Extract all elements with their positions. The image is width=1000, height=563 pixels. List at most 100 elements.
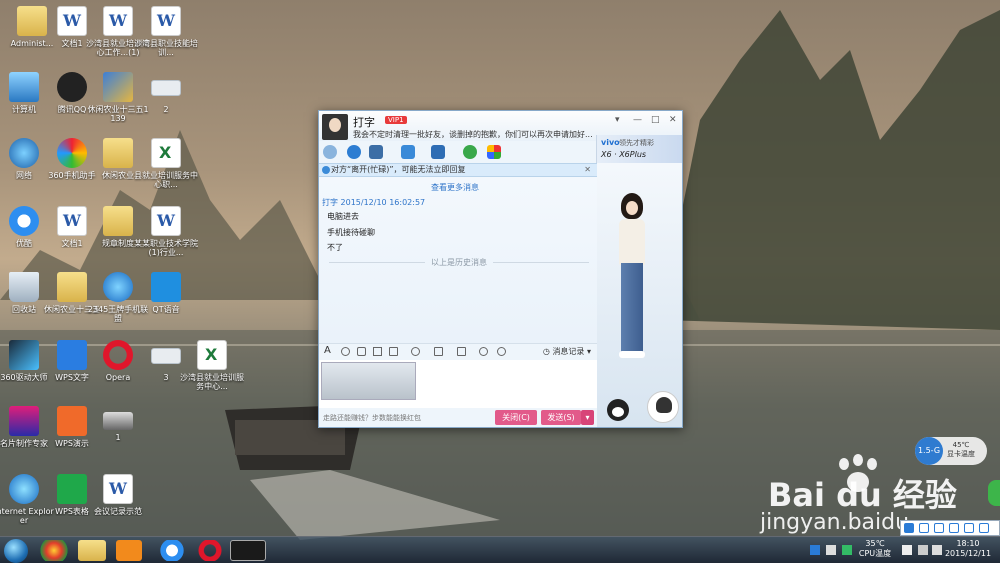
clock[interactable]: 18:10 2015/12/11 xyxy=(944,539,992,559)
close-button[interactable]: 关闭(C) xyxy=(495,410,537,425)
music-icon[interactable] xyxy=(479,347,488,356)
self-avatar[interactable] xyxy=(647,391,679,423)
tray-volume-icon[interactable] xyxy=(932,545,942,555)
taskbar-media-player-icon[interactable] xyxy=(116,540,142,561)
away-notice-bar: 对方“离开(忙碌)”，可能无法立即回复 ✕ xyxy=(319,163,597,177)
send-file-icon[interactable] xyxy=(401,145,415,159)
word-document-icon xyxy=(151,6,181,36)
contact-name[interactable]: 打字 xyxy=(353,114,375,130)
screen-share-icon[interactable] xyxy=(431,145,445,159)
clock-date: 2015/12/11 xyxy=(944,549,992,558)
qq-show-shoes xyxy=(619,351,645,358)
view-more-messages-link[interactable]: 查看更多消息 xyxy=(431,182,479,193)
desktop-icon-1[interactable]: 1 xyxy=(86,406,150,442)
magic-emoji-icon[interactable] xyxy=(357,347,366,356)
input-method-bar[interactable] xyxy=(900,520,1000,536)
qt-voice-icon xyxy=(151,272,181,302)
maximize-button[interactable]: □ xyxy=(651,115,660,125)
taskbar-explorer-icon[interactable] xyxy=(78,540,106,561)
send-options-dropdown[interactable]: ▾ xyxy=(581,410,594,425)
menu-dropdown-icon[interactable]: ▾ xyxy=(615,115,620,125)
remote-desktop-icon[interactable] xyxy=(369,145,383,159)
send-button[interactable]: 发送(S) xyxy=(541,410,581,425)
desktop-icon-county-xls[interactable]: 县就业培训服务中心职... xyxy=(134,138,198,189)
desktop-icon-qt[interactable]: QT语音 xyxy=(134,272,198,314)
folder-icon xyxy=(103,138,133,168)
driver-master-icon xyxy=(9,340,39,370)
taskbar-opera-icon[interactable] xyxy=(194,540,226,561)
font-icon[interactable]: A xyxy=(324,345,331,356)
desktop-icon-label: 某某职业技术学院(1)行业... xyxy=(134,239,198,257)
tray-shield-icon[interactable] xyxy=(826,545,836,555)
tray-network-icon[interactable] xyxy=(810,545,820,555)
spreadsheet-icon xyxy=(151,138,181,168)
send-image-icon[interactable] xyxy=(457,347,466,356)
create-group-icon[interactable] xyxy=(463,145,477,159)
minimize-button[interactable]: — xyxy=(633,115,642,125)
message-area[interactable]: 查看更多消息 打字 2015/12/10 16:02:57 电脑进去 手机接待碰… xyxy=(319,177,597,343)
window-shake-icon[interactable] xyxy=(373,347,382,356)
ime-punct-icon[interactable] xyxy=(934,523,944,533)
ime-chinese-icon[interactable] xyxy=(919,523,929,533)
taskbar-youku-icon[interactable] xyxy=(156,540,188,561)
more-tools-icon[interactable] xyxy=(497,347,506,356)
apps-grid-icon[interactable] xyxy=(487,145,501,159)
qq-show-face xyxy=(626,201,638,215)
desktop-icon-meeting-doc[interactable]: 会议记录示范 xyxy=(86,474,150,516)
ime-logo-icon[interactable] xyxy=(904,523,914,533)
ime-moon-icon[interactable] xyxy=(949,523,959,533)
qq-penguin-icon[interactable] xyxy=(607,399,629,421)
speed-indicator: 1.5-G xyxy=(915,437,943,465)
message-text: 不了 xyxy=(327,243,343,252)
tray-monitor-icon[interactable] xyxy=(902,545,912,555)
network-globe-icon xyxy=(9,138,39,168)
voice-message-icon[interactable] xyxy=(411,347,420,356)
gpu-temp-value: 45℃ xyxy=(952,441,970,449)
vivo-ad-banner[interactable]: vivo 领先才精彩 X6 · X6Plus xyxy=(596,135,682,163)
clock-time: 18:10 xyxy=(956,539,980,548)
spreadsheet-icon xyxy=(197,340,227,370)
whiteboard-icon[interactable] xyxy=(434,347,443,356)
desktop-icon-label: 会议记录示范 xyxy=(94,507,142,516)
image-file-icon xyxy=(103,412,133,430)
360-float-icon[interactable] xyxy=(988,480,1000,506)
desktop-icon-county-xls2[interactable]: 沙湾县就业培训服务中心... xyxy=(180,340,244,391)
message-sender-line: 打字 2015/12/10 16:02:57 xyxy=(322,198,426,207)
emoji-icon[interactable] xyxy=(341,347,350,356)
voice-call-icon[interactable] xyxy=(323,145,337,159)
desktop-icon-doc-skills[interactable]: 沙湾县职业技能培训... xyxy=(134,6,198,57)
chat-toolbar xyxy=(319,143,599,161)
ime-user-icon[interactable] xyxy=(979,523,989,533)
contact-avatar[interactable] xyxy=(322,114,348,140)
show-panel[interactable] xyxy=(597,163,682,427)
desktop-icon-2[interactable]: 2 xyxy=(134,72,198,114)
ime-keyboard-icon[interactable] xyxy=(964,523,974,533)
tray-network-status-icon[interactable] xyxy=(918,545,928,555)
screenshot-icon[interactable] xyxy=(389,347,398,356)
pasted-image-thumbnail[interactable] xyxy=(321,362,416,400)
start-button[interactable] xyxy=(4,539,28,563)
word-document-icon xyxy=(57,206,87,236)
message-input[interactable] xyxy=(319,360,597,408)
ad-model: X6 · X6Plus xyxy=(601,150,647,159)
taskbar: 35℃ CPU温度 18:10 2015/12/11 xyxy=(0,536,1000,563)
vip-badge[interactable]: VIP1 xyxy=(385,116,407,124)
video-call-icon[interactable] xyxy=(347,145,361,159)
footer-promo-link[interactable]: 走路还能赚钱？步数能能换红包 xyxy=(323,413,421,423)
cpu-temp-label: CPU温度 xyxy=(858,549,892,558)
desktop-icon-college-doc[interactable]: 某某职业技术学院(1)行业... xyxy=(134,206,198,257)
wps-presentation-icon xyxy=(57,406,87,436)
hardware-monitor-widget[interactable]: 1.5-G 45℃ 显卡温度 xyxy=(915,437,987,465)
cpu-temp-readout[interactable]: 35℃ CPU温度 xyxy=(855,539,895,559)
close-window-button[interactable]: ✕ xyxy=(669,115,677,125)
ad-brand: vivo xyxy=(601,138,620,147)
taskbar-360-icon[interactable] xyxy=(38,540,70,561)
desktop-icon-label: QT语音 xyxy=(152,305,180,314)
taskbar-qq-chat-icon[interactable] xyxy=(230,540,266,561)
qq-penguin-icon xyxy=(57,72,87,102)
notice-close-icon[interactable]: ✕ xyxy=(584,164,591,176)
archive-icon xyxy=(103,72,133,102)
qq-chat-window[interactable]: 打字 VIP1 我会不定时清理一批好友，谈删掉的抱歉，你们可以再次申请加好...… xyxy=(318,110,683,428)
message-history-button[interactable]: ◷ 消息记录 ▾ xyxy=(543,346,591,357)
tray-app-icon[interactable] xyxy=(842,545,852,555)
